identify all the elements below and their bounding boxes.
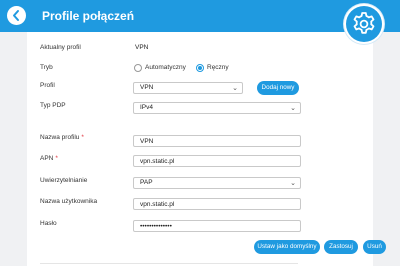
chevron-left-icon: [13, 10, 19, 21]
delete-button[interactable]: Usuń: [363, 240, 386, 254]
chevron-down-icon: ⌄: [290, 180, 296, 187]
required-mark: *: [55, 155, 58, 162]
current-profile-value: VPN: [135, 44, 149, 51]
apn-label-text: APN: [40, 155, 54, 162]
profile-name-label-text: Nazwa profilu: [40, 134, 80, 141]
auth-label: Uwierzytelnianie: [40, 177, 88, 184]
header-bar: Profile połączeń: [0, 0, 400, 32]
mode-label: Tryb: [40, 64, 53, 71]
apn-input[interactable]: [133, 155, 301, 167]
profile-label: Profil: [40, 82, 55, 89]
chevron-down-icon: ⌄: [232, 85, 238, 92]
mode-option-automatic-label: Automatyczny: [145, 64, 186, 71]
divider: [40, 263, 298, 264]
set-default-button[interactable]: Ustaw jako domyślny: [254, 240, 320, 254]
current-profile-label: Aktualny profil: [40, 44, 81, 51]
profile-name-label: Nazwa profilu *: [40, 134, 84, 141]
required-mark: *: [81, 134, 84, 141]
profile-select-value: VPN: [140, 84, 154, 91]
auth-select[interactable]: PAP ⌄: [133, 177, 301, 189]
pdp-type-label: Typ PDP: [40, 102, 66, 109]
mode-radio-automatic[interactable]: [134, 64, 142, 72]
mode-radio-manual[interactable]: [196, 64, 204, 72]
pdp-type-select[interactable]: IPv4 ⌄: [133, 102, 301, 114]
settings-badge: [344, 4, 384, 44]
password-input[interactable]: [133, 220, 301, 232]
back-button[interactable]: [7, 6, 26, 25]
username-input[interactable]: [133, 198, 301, 210]
pdp-type-select-value: IPv4: [140, 104, 154, 111]
mode-option-manual-label: Ręczny: [207, 64, 229, 71]
password-label: Hasło: [40, 220, 57, 227]
page-title: Profile połączeń: [42, 9, 135, 23]
auth-select-value: PAP: [140, 179, 153, 186]
profile-name-input[interactable]: [133, 135, 301, 147]
add-profile-button[interactable]: Dodaj nowy: [257, 81, 299, 95]
username-label: Nazwa użytkownika: [40, 198, 98, 205]
chevron-down-icon: ⌄: [290, 105, 296, 112]
apn-label: APN *: [40, 155, 58, 162]
apply-button[interactable]: Zastosuj: [324, 240, 358, 254]
gear-icon: [353, 12, 375, 34]
profile-select[interactable]: VPN ⌄: [133, 82, 243, 94]
